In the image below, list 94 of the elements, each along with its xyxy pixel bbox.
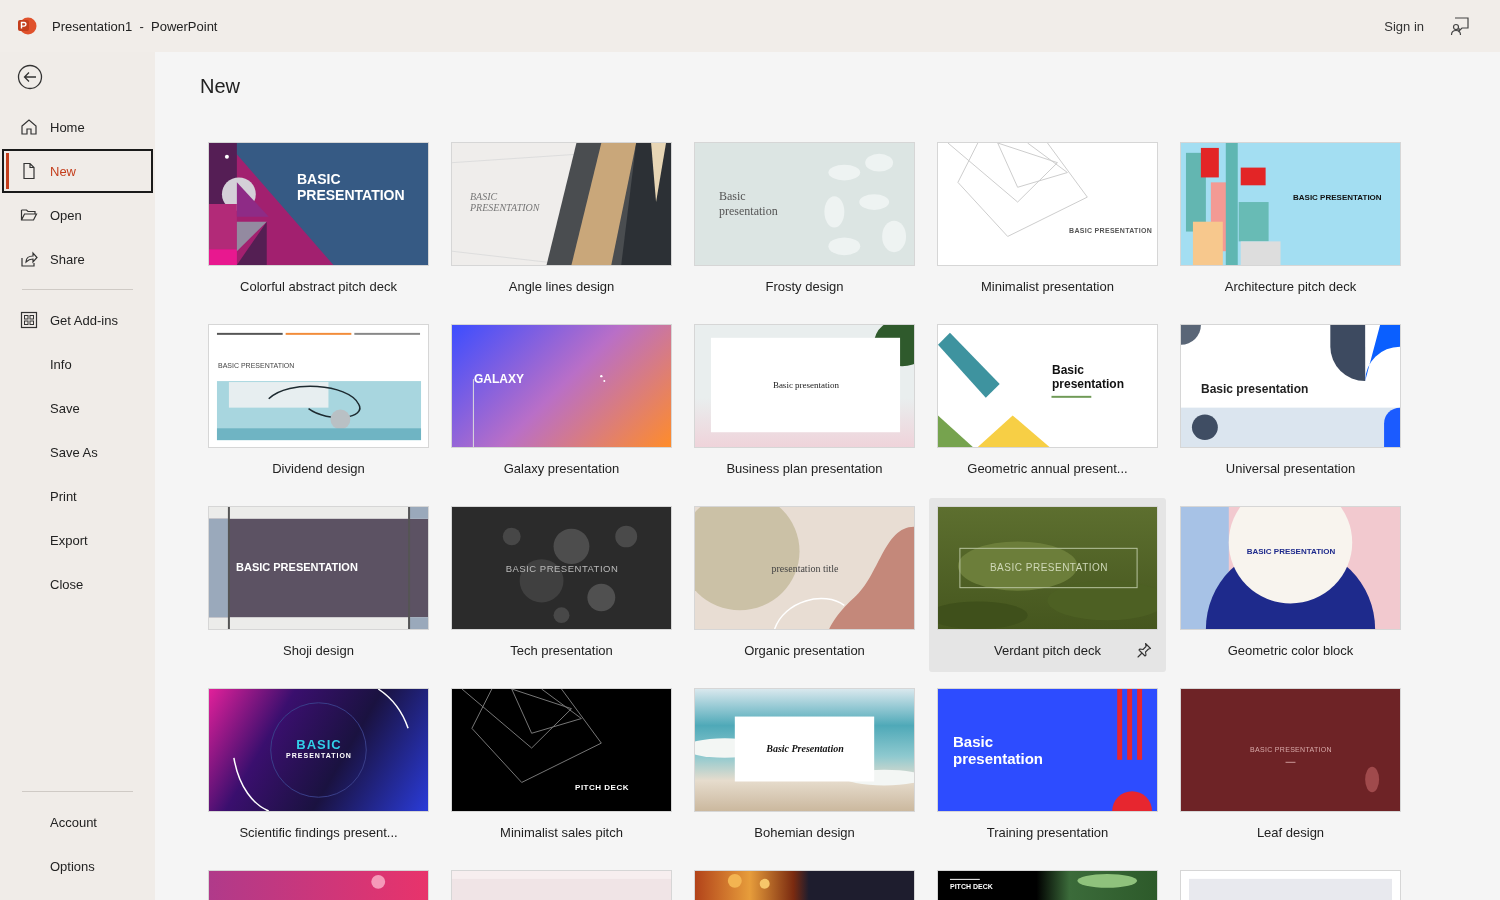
template-name: Angle lines design bbox=[508, 278, 615, 294]
sidebar-item[interactable]: Export bbox=[2, 518, 153, 562]
sidebar-item[interactable]: Print bbox=[2, 474, 153, 518]
template-card[interactable]: BASIC PRESENTATION Geometric color block bbox=[1172, 498, 1409, 672]
page-title: New bbox=[200, 74, 241, 99]
template-thumbnail[interactable]: presentation title bbox=[694, 506, 915, 630]
template-card[interactable]: BASIC PRESENTATION Angle lines design bbox=[443, 134, 680, 308]
slide-title: BASIC bbox=[295, 737, 343, 752]
template-thumbnail[interactable]: Basic presentation bbox=[937, 688, 1158, 812]
template-card[interactable]: BASIC PRESENTATION Colorful abstract pitch deck bbox=[200, 134, 437, 308]
template-thumbnail[interactable]: BASIC PRESENTATION bbox=[208, 142, 429, 266]
slide-title: GALAXY bbox=[474, 372, 525, 386]
template-thumbnail[interactable]: BASIC PRESENTATION bbox=[208, 506, 429, 630]
slide-title: BASIC PRESENTATION bbox=[1293, 193, 1383, 202]
home-icon bbox=[20, 118, 38, 136]
feedback-icon[interactable] bbox=[1450, 16, 1470, 36]
slide-title: BASIC PRESENTATION bbox=[504, 563, 620, 574]
slide-title: Basic presentation bbox=[1052, 363, 1125, 391]
template-name: Scientific findings present... bbox=[239, 824, 398, 840]
template-thumbnail[interactable]: Basic presentation bbox=[1180, 324, 1401, 448]
slide-title: Basic presentation bbox=[953, 733, 1044, 767]
template-card[interactable]: BASIC PRESENTATION Shoji design bbox=[200, 498, 437, 672]
slide-title: BASIC PRESENTATION bbox=[988, 562, 1110, 573]
template-card[interactable]: BASIC PRESENTATION Tech presentation bbox=[443, 498, 680, 672]
sidebar-item[interactable]: Info bbox=[2, 342, 153, 386]
template-name: Colorful abstract pitch deck bbox=[240, 278, 397, 294]
sidebar-item[interactable]: Save As bbox=[2, 430, 153, 474]
template-thumbnail[interactable]: Basic presentation bbox=[694, 142, 915, 266]
slide-title: Basic Presentation bbox=[765, 743, 845, 754]
template-name: Minimalist presentation bbox=[981, 278, 1114, 294]
template-thumbnail[interactable]: PITCH DECK bbox=[451, 688, 672, 812]
back-button[interactable] bbox=[17, 64, 43, 90]
sidebar-item[interactable]: Get Add-ins bbox=[2, 298, 153, 342]
template-name: Geometric annual present... bbox=[967, 460, 1128, 476]
template-name: Universal presentation bbox=[1225, 460, 1356, 476]
sidebar-item[interactable]: Options bbox=[2, 844, 153, 888]
template-name: Shoji design bbox=[283, 642, 354, 658]
template-name: Architecture pitch deck bbox=[1224, 278, 1357, 294]
sidebar-item[interactable]: Account bbox=[2, 800, 153, 844]
template-name: Leaf design bbox=[1256, 824, 1325, 840]
template-thumbnail[interactable]: GALAXY bbox=[451, 324, 672, 448]
share-icon bbox=[20, 250, 38, 268]
template-name: Geometric color block bbox=[1227, 642, 1354, 658]
template-card[interactable]: Basic presentation Training presentation bbox=[929, 680, 1166, 854]
template-name: Organic presentation bbox=[744, 642, 865, 658]
slide-artwork-drawing bbox=[371, 874, 386, 889]
template-name: Galaxy presentation bbox=[503, 460, 620, 476]
sidebar-item[interactable]: Open bbox=[2, 193, 153, 237]
template-card[interactable]: Basic presentation Geometric annual present... bbox=[929, 316, 1166, 490]
document-icon bbox=[20, 162, 38, 180]
sidebar-item[interactable]: New bbox=[2, 149, 153, 193]
slide-title: Basic presentation bbox=[1201, 382, 1310, 396]
template-thumbnail[interactable]: Basic Presentation bbox=[694, 688, 915, 812]
template-thumbnail[interactable]: Basic presentation bbox=[937, 324, 1158, 448]
template-card[interactable]: Basic presentation Universal presentation bbox=[1172, 316, 1409, 490]
template-thumbnail[interactable]: BASIC PRESENTATION bbox=[451, 142, 672, 266]
slide-title: PITCH DECK bbox=[574, 783, 630, 792]
template-thumbnail[interactable]: BASIC PRESENTATION bbox=[1180, 506, 1401, 630]
slide-title: BASIC PRESENTATION bbox=[297, 171, 406, 203]
sign-in-link[interactable]: Sign in bbox=[1384, 18, 1424, 34]
slide-title: Basic presentation bbox=[771, 380, 841, 390]
slide-title: BASIC PRESENTATION bbox=[470, 191, 541, 213]
slide-title: presentation title bbox=[770, 563, 840, 574]
sidebar-item[interactable]: Save bbox=[2, 386, 153, 430]
slide-title: Basic presentation bbox=[719, 189, 779, 219]
template-name: Dividend design bbox=[272, 460, 365, 476]
template-card[interactable]: Basic presentation Business plan presentation bbox=[686, 316, 923, 490]
slide-title: BASIC PRESENTATION bbox=[236, 561, 359, 573]
template-name: Verdant pitch deck bbox=[994, 642, 1101, 658]
template-card[interactable]: BASIC PRESENTATION Architecture pitch deck bbox=[1172, 134, 1409, 308]
template-card[interactable]: PITCH DECK Minimalist sales pitch bbox=[443, 680, 680, 854]
pin-icon[interactable] bbox=[1136, 642, 1152, 658]
template-name: Business plan presentation bbox=[726, 460, 883, 476]
sidebar-item[interactable]: Home bbox=[2, 105, 153, 149]
sidebar-item[interactable]: Close bbox=[2, 562, 153, 606]
template-name: Frosty design bbox=[765, 278, 844, 294]
add-ins-icon bbox=[20, 311, 38, 329]
template-thumbnail[interactable]: BASIC PRESENTATION bbox=[451, 506, 672, 630]
template-thumbnail[interactable]: BASIC PRESENTATION bbox=[1180, 142, 1401, 266]
template-card[interactable]: GALAXY Galaxy presentation bbox=[443, 316, 680, 490]
template-card[interactable]: BASIC PRESENTATION Verdant pitch deck bbox=[929, 498, 1166, 672]
template-name: Training presentation bbox=[986, 824, 1109, 840]
app-logo-icon bbox=[17, 16, 37, 36]
template-card[interactable]: presentation title Organic presentation bbox=[686, 498, 923, 672]
template-name: Tech presentation bbox=[510, 642, 613, 658]
folder-icon bbox=[20, 206, 38, 224]
slide-title: BASIC PRESENTATION bbox=[1245, 547, 1337, 556]
template-thumbnail[interactable]: Basic presentation bbox=[694, 324, 915, 448]
template-name: Bohemian design bbox=[754, 824, 855, 840]
window-title: Presentation1 - PowerPoint bbox=[52, 18, 218, 34]
template-card[interactable]: Basic presentation Frosty design bbox=[686, 134, 923, 308]
template-name: Minimalist sales pitch bbox=[500, 824, 623, 840]
template-card[interactable]: Basic Presentation Bohemian design bbox=[686, 680, 923, 854]
sidebar-item[interactable]: Share bbox=[2, 237, 153, 281]
